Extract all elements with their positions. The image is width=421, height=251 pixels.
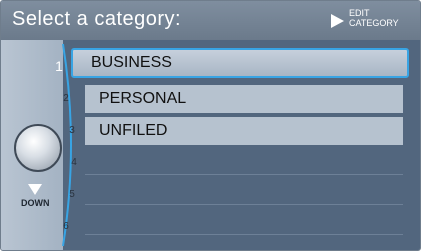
selector-knob-icon[interactable] — [14, 124, 62, 172]
category-item-personal[interactable]: PERSONAL — [85, 85, 403, 113]
category-item-empty — [85, 149, 403, 175]
right-triangle-icon — [331, 14, 344, 28]
edit-category-label: EDIT CATEGORY — [349, 8, 399, 28]
down-label: DOWN — [21, 198, 50, 208]
category-item-empty — [85, 179, 403, 205]
list-number: 5 — [69, 189, 75, 200]
down-button[interactable]: DOWN — [21, 184, 50, 212]
category-item-label: PERSONAL — [99, 90, 187, 107]
category-screen: Select a category: EDIT CATEGORY BUSINES… — [0, 0, 421, 251]
category-item-label: UNFILED — [99, 122, 168, 139]
category-item-business[interactable]: BUSINESS — [71, 48, 409, 78]
edit-category-button[interactable]: EDIT CATEGORY — [331, 6, 417, 36]
category-item-label: BUSINESS — [91, 54, 172, 71]
page-title: Select a category: — [12, 8, 182, 30]
list-number: 1 — [55, 58, 63, 74]
list-number: 6 — [63, 221, 69, 232]
list-number: 4 — [71, 157, 77, 168]
list-number: 2 — [63, 93, 69, 104]
header-bar: Select a category: EDIT CATEGORY — [1, 1, 420, 40]
category-item-unfiled[interactable]: UNFILED — [85, 117, 403, 145]
list-number: 3 — [69, 125, 75, 136]
category-item-empty — [85, 209, 403, 235]
down-triangle-icon — [28, 184, 42, 195]
